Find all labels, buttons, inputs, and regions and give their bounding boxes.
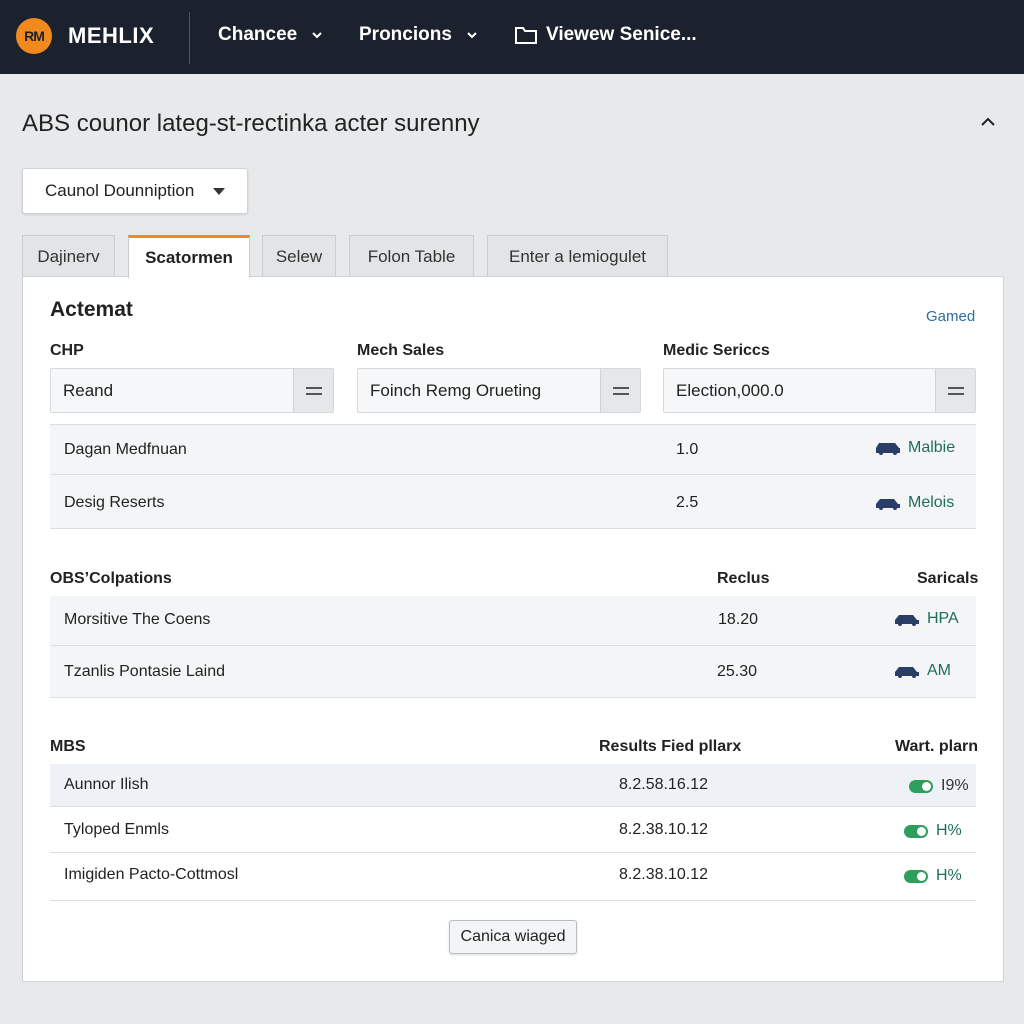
status-label: Malbie: [908, 439, 956, 456]
field-label-chp: CHP: [50, 342, 84, 359]
row-name: Imigiden Pacto-Cottmosl: [64, 866, 239, 883]
status-label: AM: [927, 662, 951, 679]
table-row[interactable]: Tzanlis Pontasie Laind 25.30 AM: [50, 646, 976, 698]
row-name: Morsitive The Coens: [64, 611, 211, 628]
tab-selew[interactable]: Selew: [262, 235, 336, 277]
field-value: Reand: [63, 380, 114, 400]
tab-enter[interactable]: Enter a lemiogulet: [487, 235, 668, 277]
column-header: Saricals: [917, 570, 979, 587]
table-row[interactable]: Aunnor Ilish 8.2.58.16.12 I9%: [50, 764, 976, 807]
row-status: AM: [893, 662, 951, 680]
nav-menu-proncions[interactable]: Proncions: [359, 24, 478, 46]
chevron-down-icon: [312, 32, 322, 39]
tab-folon-table[interactable]: Folon Table: [349, 235, 474, 277]
row-value: 18.20: [718, 611, 759, 628]
caret-down-icon: [213, 188, 225, 195]
table-row[interactable]: Dagan Medfnuan 1.0 Malbie: [50, 424, 976, 475]
row-name: Dagan Medfnuan: [64, 441, 187, 458]
menu-icon[interactable]: [293, 369, 333, 412]
row-name: Aunnor Ilish: [64, 776, 149, 793]
row-status: Melois: [874, 494, 954, 512]
column-header: MBS: [50, 738, 86, 755]
row-value: 25.30: [717, 663, 758, 680]
status-label: H%: [936, 822, 962, 839]
nav-divider: [189, 12, 190, 64]
mech-sales-field[interactable]: Foinch Remg Orueting: [357, 368, 641, 413]
row-status: Malbie: [874, 439, 955, 457]
car-icon: [876, 443, 900, 455]
table-row[interactable]: Tyloped Enmls 8.2.38.10.12 H%: [50, 807, 976, 853]
menu-icon[interactable]: [600, 369, 640, 412]
car-icon: [876, 499, 900, 510]
field-label-medic-services: Medic Sericcs: [663, 342, 770, 359]
menu-icon[interactable]: [935, 369, 975, 412]
column-header: OBS’Colpations: [50, 570, 172, 587]
row-value: 1.0: [676, 441, 699, 458]
chp-field[interactable]: Reand: [50, 368, 334, 413]
row-status: I9%: [909, 777, 969, 795]
column-header: Reclus: [717, 570, 770, 587]
nav-view-service[interactable]: Viewew Senice...: [514, 24, 697, 46]
car-icon: [895, 667, 919, 678]
row-status: HPA: [893, 610, 959, 628]
tab-dajinerv[interactable]: Dajinerv: [22, 235, 115, 277]
tab-scatormen[interactable]: Scatormen: [128, 235, 250, 278]
table-row[interactable]: Morsitive The Coens 18.20 HPA: [50, 596, 976, 646]
car-icon: [895, 615, 919, 626]
row-value: 2.5: [676, 494, 699, 511]
row-name: Tzanlis Pontasie Laind: [64, 663, 225, 680]
row-status: H%: [904, 822, 962, 840]
nav-menu-label: Proncions: [359, 24, 452, 45]
status-label: HPA: [927, 610, 959, 627]
row-value: 8.2.58.16.12: [619, 776, 708, 793]
row-value: 8.2.38.10.12: [619, 866, 708, 883]
field-value: Election,000.0: [676, 380, 784, 400]
action-button[interactable]: Canica wiaged: [449, 920, 577, 954]
logo-mark-icon: RM: [16, 18, 52, 54]
page-title: ABS counor lateg-st-rectinka acter suren…: [22, 110, 480, 137]
chevron-up-icon[interactable]: [978, 112, 998, 132]
field-label-mech-sales: Mech Sales: [357, 342, 445, 359]
toggle-icon[interactable]: [904, 869, 928, 883]
nav-menu-label: Chancee: [218, 24, 298, 45]
brand-logo[interactable]: RM MEHLIX: [16, 18, 154, 54]
row-status: H%: [904, 867, 962, 885]
row-name: Tyloped Enmls: [64, 821, 169, 838]
section-title: Actemat: [50, 298, 133, 321]
medic-services-field[interactable]: Election,000.0: [663, 368, 976, 413]
nav-menu-chancee[interactable]: Chancee: [218, 24, 323, 46]
status-label: Melois: [908, 494, 955, 511]
field-value: Foinch Remg Orueting: [370, 380, 542, 400]
top-nav-bar: RM MEHLIX Chancee Proncions Viewew Senic…: [0, 0, 1024, 74]
table-row[interactable]: Imigiden Pacto-Cottmosl 8.2.38.10.12 H%: [50, 853, 976, 901]
row-value: 8.2.38.10.12: [619, 821, 708, 838]
filter-dropdown[interactable]: Caunol Dounniption: [22, 168, 248, 214]
table-row[interactable]: Desig Reserts 2.5 Melois: [50, 475, 976, 529]
chevron-down-icon: [467, 32, 477, 39]
folder-icon: [515, 27, 537, 44]
column-header: Results Fied pllarx: [599, 738, 742, 755]
status-label: I9%: [941, 777, 969, 794]
toggle-icon[interactable]: [904, 824, 928, 838]
nav-menu-label: Viewew Senice...: [546, 24, 697, 45]
dropdown-value: Caunol Dounniption: [45, 181, 195, 200]
toggle-icon[interactable]: [909, 779, 933, 793]
row-name: Desig Reserts: [64, 494, 165, 511]
status-label: H%: [936, 867, 962, 884]
gamed-link[interactable]: Gamed: [926, 308, 975, 325]
column-header: Wart. plarn: [895, 738, 978, 755]
brand-name: MEHLIX: [68, 23, 155, 48]
